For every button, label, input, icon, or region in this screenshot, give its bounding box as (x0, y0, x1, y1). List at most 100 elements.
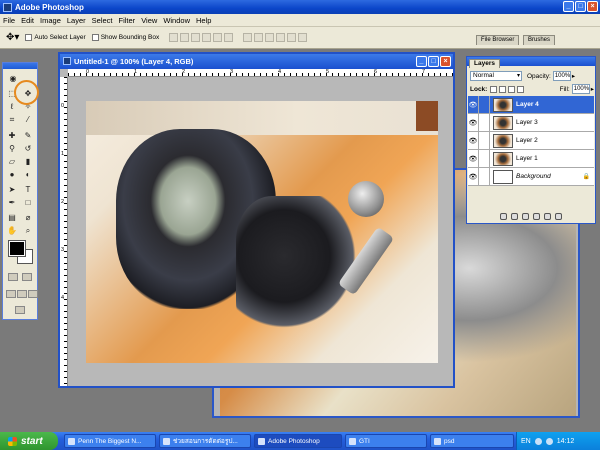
distribute-hcenter-icon[interactable] (287, 33, 297, 42)
eyedropper-tool-icon[interactable]: ⌀ (22, 212, 34, 223)
lock-image-icon[interactable] (499, 85, 507, 93)
taskbar-item[interactable]: Penn The Biggest N... (64, 434, 156, 448)
align-vcenter-icon[interactable] (180, 33, 190, 42)
align-bottom-icon[interactable] (191, 33, 201, 42)
quick-mask-mode-icon[interactable] (22, 273, 32, 281)
screen-mode-standard-icon[interactable] (6, 290, 16, 298)
layer-row-layer-1[interactable]: 👁 Layer 1 (468, 150, 594, 168)
healing-brush-tool-icon[interactable]: ✚ (6, 130, 18, 141)
menu-file[interactable]: File (3, 16, 15, 25)
fill-field[interactable]: 100% (571, 84, 590, 94)
blend-mode-select[interactable]: Normal (470, 71, 522, 81)
lasso-tool-icon[interactable]: ℓ (6, 101, 18, 112)
document-title-bar[interactable]: Untitled-1 @ 100% (Layer 4, RGB) _ □ × (60, 54, 453, 69)
eraser-tool-icon[interactable]: ▱ (6, 156, 18, 167)
opacity-arrow-icon[interactable]: ▸ (572, 72, 575, 80)
tab-brushes[interactable]: Brushes (523, 35, 556, 45)
path-selection-tool-icon[interactable]: ➤ (6, 184, 18, 195)
menu-window[interactable]: Window (163, 16, 190, 25)
new-layer-icon[interactable] (544, 213, 551, 220)
minimize-button[interactable]: _ (563, 1, 574, 12)
standard-mode-icon[interactable] (8, 273, 18, 281)
adjustment-layer-icon[interactable] (533, 213, 540, 220)
taskbar-item[interactable]: psd (430, 434, 514, 448)
pen-tool-icon[interactable]: ✒ (6, 197, 18, 208)
visibility-eye-icon[interactable]: 👁 (468, 168, 479, 185)
align-right-icon[interactable] (224, 33, 234, 42)
distribute-top-icon[interactable] (243, 33, 253, 42)
layer-link-cell[interactable] (479, 168, 490, 185)
lock-transparency-icon[interactable] (490, 85, 498, 93)
slice-tool-icon[interactable]: ⁄ (22, 114, 34, 125)
menu-view[interactable]: View (141, 16, 157, 25)
menu-layer[interactable]: Layer (67, 16, 86, 25)
screen-mode-full-menu-icon[interactable] (17, 290, 27, 298)
layer-brush-icon[interactable] (479, 96, 490, 113)
menu-filter[interactable]: Filter (119, 16, 136, 25)
distribute-right-icon[interactable] (298, 33, 308, 42)
notes-tool-icon[interactable]: ▤ (6, 212, 18, 223)
gradient-tool-icon[interactable]: ▮ (22, 156, 34, 167)
visibility-eye-icon[interactable]: 👁 (468, 132, 479, 149)
hand-tool-icon[interactable]: ✋ (6, 225, 18, 236)
layer-set-icon[interactable] (522, 213, 529, 220)
maximize-button[interactable]: □ (575, 1, 586, 12)
foreground-color-swatch[interactable] (8, 240, 26, 257)
lock-position-icon[interactable] (508, 85, 516, 93)
doc-close-button[interactable]: × (440, 56, 451, 67)
layer-link-cell[interactable] (479, 114, 490, 131)
close-button[interactable]: × (587, 1, 598, 12)
doc-maximize-button[interactable]: □ (428, 56, 439, 67)
image-canvas[interactable] (86, 101, 438, 363)
auto-select-layer-checkbox[interactable]: Auto Select Layer (25, 34, 86, 41)
layer-mask-icon[interactable] (511, 213, 518, 220)
horizontal-ruler[interactable]: 0 1 2 3 4 5 6 7 (68, 69, 453, 77)
layer-link-cell[interactable] (479, 150, 490, 167)
dodge-tool-icon[interactable]: ◐ (22, 169, 34, 180)
taskbar-item-active[interactable]: Adobe Photoshop (254, 434, 342, 448)
distribute-left-icon[interactable] (276, 33, 286, 42)
opacity-field[interactable]: 100% (552, 71, 571, 81)
menu-select[interactable]: Select (92, 16, 113, 25)
tray-icon[interactable] (534, 437, 542, 445)
layer-link-cell[interactable] (479, 132, 490, 149)
type-tool-icon[interactable]: T (22, 184, 34, 195)
distribute-vcenter-icon[interactable] (254, 33, 264, 42)
shape-tool-icon[interactable]: □ (22, 197, 34, 208)
vertical-ruler[interactable]: 0 1 2 3 4 (60, 77, 68, 386)
tab-file-browser[interactable]: File Browser (476, 35, 520, 45)
history-brush-tool-icon[interactable]: ↺ (22, 143, 34, 154)
menu-image[interactable]: Image (40, 16, 61, 25)
visibility-eye-icon[interactable]: 👁 (468, 96, 479, 113)
start-button[interactable]: start (0, 432, 58, 450)
blur-tool-icon[interactable]: ● (6, 169, 18, 180)
lock-all-icon[interactable] (517, 85, 525, 93)
fill-arrow-icon[interactable]: ▸ (591, 85, 594, 93)
brush-tool-icon[interactable]: ✎ (22, 130, 34, 141)
distribute-bottom-icon[interactable] (265, 33, 275, 42)
jump-to-imageready-icon[interactable] (15, 306, 25, 314)
layer-row-background[interactable]: 👁 Background 🔒 (468, 168, 594, 186)
taskbar-item[interactable]: ช่วยสอนการตัดต่อรูป... (159, 434, 251, 448)
move-tool-preset-icon[interactable]: ✥▾ (6, 32, 19, 43)
menu-help[interactable]: Help (196, 16, 211, 25)
clone-stamp-tool-icon[interactable]: ⚲ (6, 143, 18, 154)
layer-row-layer-2[interactable]: 👁 Layer 2 (468, 132, 594, 150)
delete-layer-icon[interactable] (555, 213, 562, 220)
show-bounding-box-checkbox[interactable]: Show Bounding Box (91, 34, 159, 41)
align-left-icon[interactable] (202, 33, 212, 42)
layer-row-layer-4[interactable]: 👁 Layer 4 (468, 96, 594, 114)
layer-row-layer-3[interactable]: 👁 Layer 3 (468, 114, 594, 132)
doc-minimize-button[interactable]: _ (416, 56, 427, 67)
tab-layers[interactable]: Layers (469, 59, 500, 68)
checkbox-box[interactable] (91, 34, 99, 41)
visibility-eye-icon[interactable]: 👁 (468, 114, 479, 131)
align-hcenter-icon[interactable] (213, 33, 223, 42)
checkbox-box[interactable] (25, 34, 33, 41)
visibility-eye-icon[interactable]: 👁 (468, 150, 479, 167)
tray-icon[interactable] (545, 437, 553, 445)
crop-tool-icon[interactable]: ⌗ (6, 114, 18, 125)
menu-edit[interactable]: Edit (21, 16, 34, 25)
language-indicator[interactable]: EN (521, 438, 531, 445)
zoom-tool-icon[interactable]: ⌕ (22, 225, 34, 236)
